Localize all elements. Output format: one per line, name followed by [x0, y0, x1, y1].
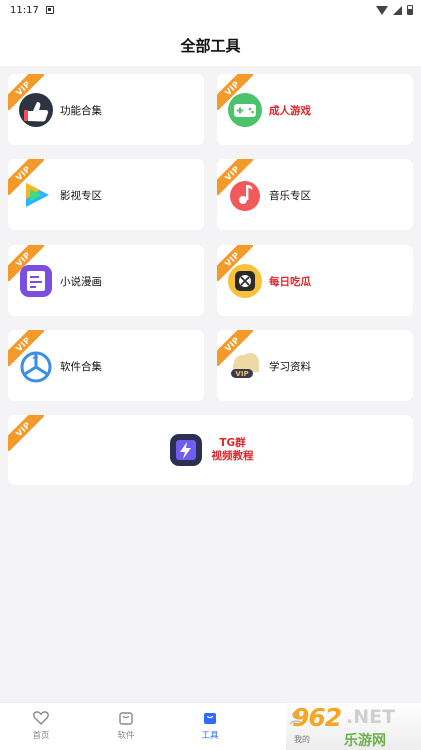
tool-card-software[interactable]: VIP 软件合集	[8, 330, 204, 401]
lightning-icon	[169, 434, 202, 466]
wide-tool-line2: 视频教程	[211, 450, 254, 462]
tab-software[interactable]: 软件	[102, 710, 150, 741]
thumbs-up-icon	[19, 93, 53, 127]
tool-label: 每日吃瓜	[269, 276, 311, 288]
notification-icon	[45, 6, 54, 14]
tab-label: 软件	[117, 731, 135, 741]
melon-icon	[228, 264, 262, 298]
signal-icon	[393, 5, 402, 15]
watermark-suffix: .NET	[346, 706, 396, 728]
wide-tool-line1: TG群	[219, 437, 246, 449]
music-icon	[230, 181, 260, 211]
tool-card-adult-games[interactable]: VIP 成人游戏	[217, 74, 413, 145]
tool-label: 功能合集	[60, 105, 102, 117]
watermark-tab-label: 我的	[294, 735, 310, 744]
gamepad-icon	[228, 93, 262, 127]
tool-card-features[interactable]: VIP 功能合集	[8, 74, 204, 145]
tool-label: 影视专区	[60, 190, 102, 202]
tab-home[interactable]: 首页	[17, 710, 65, 741]
tool-card-music[interactable]: VIP 音乐专区	[217, 159, 413, 230]
video-play-icon	[26, 183, 49, 207]
tool-label: 学习资料	[269, 361, 311, 373]
tool-card-video[interactable]: VIP 影视专区	[8, 159, 204, 230]
tool-label: 音乐专区	[269, 190, 311, 202]
page-header: 全部工具	[0, 20, 421, 66]
tool-label: 成人游戏	[269, 105, 311, 117]
status-time: 11:17	[10, 4, 39, 16]
vip-cloud-icon: VIP	[231, 353, 259, 378]
page-title: 全部工具	[180, 36, 241, 55]
vip-ribbon: VIP	[8, 415, 44, 451]
svg-text:VIP: VIP	[235, 370, 248, 378]
watermark-sub: 乐游网	[344, 733, 386, 749]
status-bar: 11:17	[0, 0, 421, 20]
toolbox-icon	[204, 713, 216, 724]
tool-label: 软件合集	[60, 361, 102, 373]
tool-card-daily-gossip[interactable]: VIP 每日吃瓜	[217, 245, 413, 316]
watermark: 962 .NET 乐游网 我的	[286, 702, 421, 750]
heart-icon	[33, 711, 49, 725]
vip-badge-label: VIP	[8, 415, 44, 451]
wifi-icon	[376, 5, 388, 15]
book-icon	[20, 265, 52, 297]
battery-icon	[407, 5, 413, 15]
tab-tools[interactable]: 工具	[186, 710, 234, 741]
software-icon	[20, 351, 52, 383]
bag-icon	[119, 712, 133, 725]
wide-tool-label: TG群 视频教程	[212, 437, 254, 463]
tool-card-tg-tutorial[interactable]: VIP TG群 视频教程	[8, 415, 413, 485]
tab-label: 工具	[201, 731, 219, 741]
tool-card-study[interactable]: VIP VIP 学习资料	[217, 330, 413, 401]
tool-card-novels[interactable]: VIP 小说漫画	[8, 245, 204, 316]
tab-label: 首页	[32, 731, 50, 741]
watermark-logo: 962	[292, 703, 342, 732]
tool-label: 小说漫画	[60, 276, 102, 288]
